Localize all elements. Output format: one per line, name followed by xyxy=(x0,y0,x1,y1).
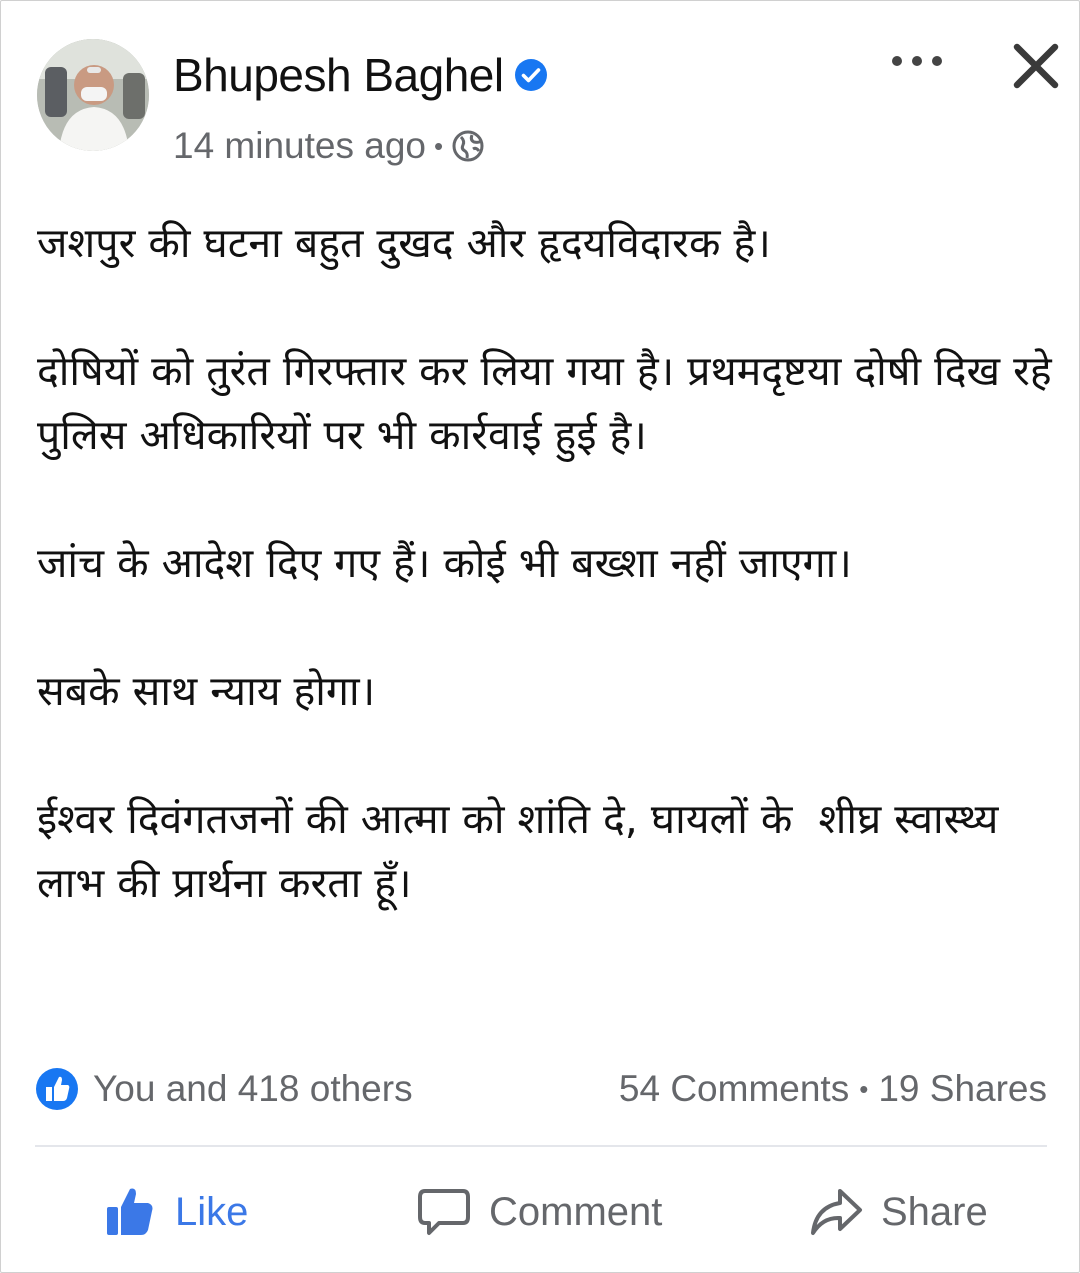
author-name[interactable]: Bhupesh Baghel xyxy=(173,48,504,102)
post-meta: 14 minutes ago • xyxy=(173,125,485,167)
post-body: जशपुर की घटना बहुत दुखद और हृदयविदारक है… xyxy=(37,211,1057,979)
comment-button[interactable]: Comment xyxy=(415,1177,662,1247)
avatar-photo xyxy=(37,39,149,151)
post-paragraph: सबके साथ न्याय होगा। xyxy=(37,667,376,715)
like-button[interactable]: Like xyxy=(101,1177,248,1247)
action-divider xyxy=(35,1145,1047,1147)
post-paragraph: दोषियों को तुरंत गिरफ्तार कर लिया गया है… xyxy=(37,347,1065,459)
engagement-counts: 54 Comments • 19 Shares xyxy=(619,1068,1047,1110)
thumbs-up-icon xyxy=(107,1188,153,1235)
stats-separator: • xyxy=(859,1073,869,1104)
meta-separator: • xyxy=(434,130,444,161)
author-row: Bhupesh Baghel xyxy=(173,45,548,105)
close-icon[interactable] xyxy=(1009,39,1063,93)
comment-label: Comment xyxy=(489,1189,663,1234)
post-paragraph: ईश्वर दिवंगतजनों की आत्मा को शांति दे, घ… xyxy=(37,795,1012,907)
post-stats: You and 418 others 54 Comments • 19 Shar… xyxy=(35,1061,1047,1117)
share-button[interactable]: Share xyxy=(807,1177,988,1247)
like-label: Like xyxy=(175,1189,249,1234)
comments-count[interactable]: 54 Comments xyxy=(619,1068,849,1110)
post-actions: Like Comment Share xyxy=(101,1177,1001,1247)
share-label: Share xyxy=(881,1189,988,1234)
shares-count[interactable]: 19 Shares xyxy=(878,1068,1047,1110)
post-timestamp[interactable]: 14 minutes ago xyxy=(173,125,426,167)
share-arrow-icon xyxy=(811,1189,862,1235)
likes-count: You and 418 others xyxy=(93,1068,413,1109)
post-header: Bhupesh Baghel 14 minutes ago • xyxy=(37,39,1059,179)
globe-icon xyxy=(452,130,484,162)
like-reaction-icon xyxy=(36,1068,78,1110)
post-paragraph: जशपुर की घटना बहुत दुखद और हृदयविदारक है… xyxy=(37,219,771,267)
post-paragraph: जांच के आदेश दिए गए हैं। कोई भी बख्शा नह… xyxy=(37,539,852,587)
comment-bubble-icon xyxy=(418,1189,470,1235)
author-avatar[interactable] xyxy=(37,39,149,151)
post-frame: Bhupesh Baghel 14 minutes ago • जशपुर की… xyxy=(0,0,1080,1273)
verified-badge-icon xyxy=(514,59,547,91)
more-options-icon[interactable] xyxy=(889,49,945,73)
reactions-summary[interactable]: You and 418 others xyxy=(35,1067,413,1111)
